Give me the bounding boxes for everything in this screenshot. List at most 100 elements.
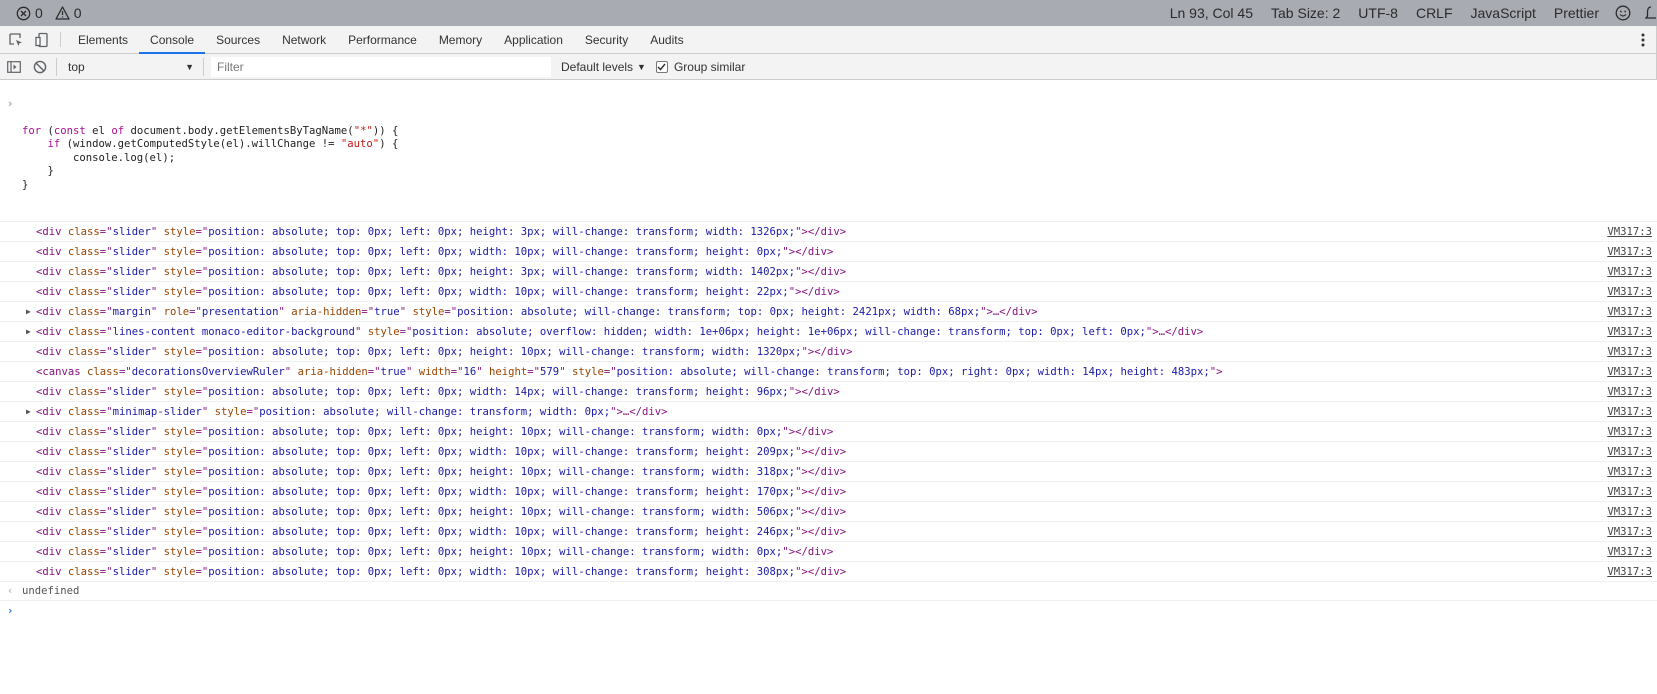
log-row[interactable]: <div class="slider" style="position: abs… — [0, 542, 1657, 562]
context-selector[interactable]: top ▼ — [60, 57, 200, 77]
group-similar-label: Group similar — [673, 59, 746, 74]
group-similar-checkbox[interactable] — [655, 60, 668, 73]
source-link[interactable]: VM317:3 — [1607, 542, 1652, 561]
log-row[interactable]: <div class="slider" style="position: abs… — [0, 282, 1657, 302]
tab-security[interactable]: Security — [574, 26, 639, 53]
encoding[interactable]: UTF-8 — [1349, 5, 1407, 21]
attr-quote: " — [150, 346, 158, 358]
levels-arrow-icon: ▼ — [637, 61, 646, 72]
log-row[interactable]: <div class="slider" style="position: abs… — [0, 222, 1657, 242]
group-similar-toggle[interactable]: Group similar — [655, 59, 746, 74]
source-link[interactable]: VM317:3 — [1607, 402, 1652, 421]
tag-open: <div — [36, 246, 62, 258]
attr-quote: " — [150, 386, 158, 398]
tag-close: >…</div> — [1152, 326, 1204, 338]
attr-value: position: absolute; top: 0px; left: 0px;… — [208, 506, 796, 518]
attr-eq: =" — [195, 286, 209, 298]
source-link[interactable]: VM317:3 — [1607, 222, 1652, 241]
log-row[interactable]: <div class="slider" style="position: abs… — [0, 342, 1657, 362]
source-link[interactable]: VM317:3 — [1607, 462, 1652, 481]
context-value: top — [68, 59, 85, 74]
filter-input[interactable] — [211, 56, 551, 77]
attr-quote: " — [150, 526, 158, 538]
source-link[interactable]: VM317:3 — [1607, 362, 1652, 381]
clear-console-icon[interactable] — [27, 54, 53, 80]
attr-value: position: absolute; top: 0px; left: 0px;… — [208, 226, 796, 238]
problems-indicator[interactable]: 0 0 — [0, 5, 90, 21]
attr-quote: " — [201, 406, 209, 418]
cursor-position[interactable]: Ln 93, Col 45 — [1161, 5, 1262, 21]
log-row[interactable]: <div class="slider" style="position: abs… — [0, 382, 1657, 402]
log-row[interactable]: <div class="slider" style="position: abs… — [0, 422, 1657, 442]
log-row[interactable]: ▶ <div class="lines-content monaco-editor… — [0, 322, 1657, 342]
warning-icon — [55, 6, 70, 20]
sidebar-toggle-icon[interactable] — [1, 54, 27, 80]
language-mode[interactable]: JavaScript — [1462, 5, 1545, 21]
source-link[interactable]: VM317:3 — [1607, 502, 1652, 521]
tab-performance[interactable]: Performance — [337, 26, 428, 53]
log-row[interactable]: <div class="slider" style="position: abs… — [0, 262, 1657, 282]
source-link[interactable]: VM317:3 — [1607, 482, 1652, 501]
log-row[interactable]: <div class="slider" style="position: abs… — [0, 522, 1657, 542]
console-prompt[interactable]: › — [0, 601, 1657, 621]
tab-sources[interactable]: Sources — [205, 26, 271, 53]
log-row[interactable]: <div class="slider" style="position: abs… — [0, 562, 1657, 582]
log-row[interactable]: ▶ <div class="minimap-slider" style="posi… — [0, 402, 1657, 422]
tab-memory[interactable]: Memory — [428, 26, 493, 53]
source-link[interactable]: VM317:3 — [1607, 242, 1652, 261]
source-link[interactable]: VM317:3 — [1607, 422, 1652, 441]
tab-audits[interactable]: Audits — [639, 26, 694, 53]
log-row[interactable]: <div class="slider" style="position: abs… — [0, 442, 1657, 462]
tab-console[interactable]: Console — [139, 26, 206, 54]
attr-value: slider — [112, 286, 151, 298]
inspect-element-icon[interactable] — [4, 26, 28, 53]
device-toolbar-icon[interactable] — [30, 26, 54, 53]
tag-close: ></div> — [807, 346, 853, 358]
source-link[interactable]: VM317:3 — [1607, 322, 1652, 341]
log-row[interactable]: ▶ <div class="margin" role="presentation"… — [0, 302, 1657, 322]
expand-triangle-icon[interactable]: ▶ — [26, 302, 31, 321]
source-link[interactable]: VM317:3 — [1607, 282, 1652, 301]
source-link[interactable]: VM317:3 — [1607, 382, 1652, 401]
attr-eq: =" — [99, 566, 113, 578]
bell-icon[interactable] — [1638, 5, 1657, 21]
source-link[interactable]: VM317:3 — [1607, 522, 1652, 541]
tab-elements[interactable]: Elements — [67, 26, 139, 53]
attr-quote: " — [150, 246, 158, 258]
source-link[interactable]: VM317:3 — [1607, 262, 1652, 281]
attr-name: style — [163, 566, 196, 578]
attr-quote: " — [150, 426, 158, 438]
expand-triangle-icon[interactable]: ▶ — [26, 322, 31, 341]
more-menu-icon[interactable] — [1641, 26, 1645, 54]
source-link[interactable]: VM317:3 — [1607, 302, 1652, 321]
source-link[interactable]: VM317:3 — [1607, 342, 1652, 361]
log-row[interactable]: <div class="slider" style="position: abs… — [0, 462, 1657, 482]
attr-eq: =" — [99, 306, 113, 318]
attr-name: class — [67, 406, 100, 418]
attr-eq: =" — [195, 246, 209, 258]
formatter[interactable]: Prettier — [1545, 5, 1608, 21]
tag-close: ></div> — [801, 266, 847, 278]
log-levels-dropdown[interactable]: Default levels ▼ — [561, 60, 646, 74]
attr-name: class — [67, 266, 100, 278]
source-link[interactable]: VM317:3 — [1607, 562, 1652, 581]
tab-application[interactable]: Application — [493, 26, 574, 53]
smiley-feedback-icon[interactable] — [1608, 5, 1638, 21]
console-output[interactable]: › for (const el of document.body.getElem… — [0, 81, 1657, 694]
expand-triangle-icon[interactable]: ▶ — [26, 402, 31, 421]
tab-network[interactable]: Network — [271, 26, 337, 53]
log-row[interactable]: <div class="slider" style="position: abs… — [0, 482, 1657, 502]
tab-size[interactable]: Tab Size: 2 — [1262, 5, 1349, 21]
line-ending[interactable]: CRLF — [1407, 5, 1462, 21]
attr-eq: =" — [527, 366, 541, 378]
source-link[interactable]: VM317:3 — [1607, 442, 1652, 461]
tag-open: <div — [36, 446, 62, 458]
tag-close: ></div> — [788, 546, 834, 558]
attr-name: class — [67, 246, 100, 258]
attr-eq: =" — [195, 446, 209, 458]
log-row[interactable]: <canvas class="decorationsOverviewRuler"… — [0, 362, 1657, 382]
log-row[interactable]: <div class="slider" style="position: abs… — [0, 242, 1657, 262]
attr-eq: =" — [99, 246, 113, 258]
log-row[interactable]: <div class="slider" style="position: abs… — [0, 502, 1657, 522]
attr-quote: " — [278, 306, 285, 318]
